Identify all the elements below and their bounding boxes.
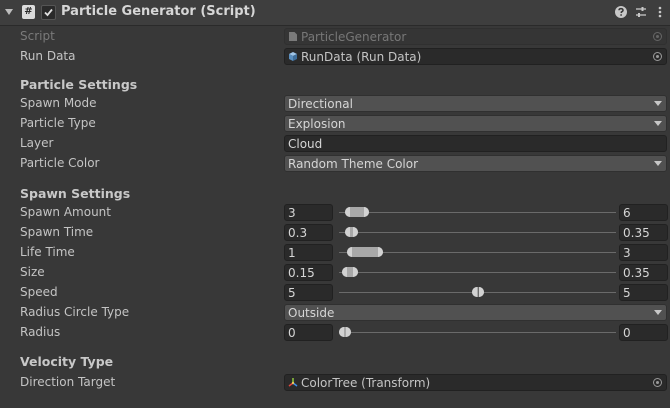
spawn-settings-header: Spawn Settings — [20, 186, 131, 201]
radius-circle-type-dropdown[interactable]: Outside — [284, 304, 667, 321]
radius-max-value: 0 — [623, 326, 631, 340]
particle-settings-header: Particle Settings — [20, 77, 138, 92]
velocity-type-header: Velocity Type — [20, 354, 114, 369]
presets-icon[interactable] — [634, 5, 648, 19]
size-slider-thumb[interactable] — [341, 267, 359, 277]
radius-slider-thumb[interactable] — [339, 327, 352, 337]
component-enabled-checkbox[interactable] — [41, 5, 56, 20]
layer-label: Layer — [20, 136, 54, 150]
particle-color-value: Random Theme Color — [288, 157, 419, 171]
script-asset-icon — [289, 32, 297, 41]
particle-type-label: Particle Type — [20, 116, 96, 130]
size-slider-track[interactable] — [339, 272, 616, 273]
component-header[interactable]: # Particle Generator (Script) — [0, 0, 670, 26]
life-time-min-input[interactable]: 1 — [284, 244, 333, 261]
radius-min-value: 0 — [288, 326, 296, 340]
spawn-amount-max-value: 6 — [623, 206, 631, 220]
run-data-field[interactable]: RunData (Run Data) — [284, 48, 667, 65]
layer-input[interactable]: Cloud — [284, 135, 667, 152]
script-icon: # — [22, 5, 35, 19]
radius-max-input[interactable]: 0 — [619, 324, 668, 341]
chevron-down-icon — [654, 161, 662, 166]
spawn-amount-min-value: 3 — [288, 206, 296, 220]
life-time-max-input[interactable]: 3 — [619, 244, 668, 261]
size-max-value: 0.35 — [623, 266, 650, 280]
spawn-mode-dropdown[interactable]: Directional — [284, 95, 667, 112]
life-time-label: Life Time — [20, 245, 75, 259]
particle-color-label: Particle Color — [20, 156, 100, 170]
speed-label: Speed — [20, 285, 58, 299]
particle-type-dropdown[interactable]: Explosion — [284, 115, 667, 132]
spawn-amount-max-input[interactable]: 6 — [619, 204, 668, 221]
particle-type-value: Explosion — [288, 117, 346, 131]
scriptable-object-icon — [289, 52, 297, 61]
spawn-time-slider-track[interactable] — [339, 232, 616, 233]
spawn-mode-label: Spawn Mode — [20, 96, 97, 110]
object-picker-icon[interactable] — [653, 378, 662, 387]
object-picker-icon[interactable] — [653, 52, 662, 61]
size-max-input[interactable]: 0.35 — [619, 264, 668, 281]
speed-slider-thumb[interactable] — [471, 287, 484, 297]
chevron-down-icon — [654, 121, 662, 126]
speed-min-value: 5 — [288, 286, 296, 300]
size-min-input[interactable]: 0.15 — [284, 264, 333, 281]
direction-target-label: Direction Target — [20, 375, 116, 389]
spawn-time-max-input[interactable]: 0.35 — [619, 224, 668, 241]
spawn-amount-slider-thumb[interactable] — [344, 207, 370, 217]
life-time-slider-thumb[interactable] — [347, 247, 384, 257]
direction-target-field[interactable]: ColorTree (Transform) — [284, 374, 667, 391]
spawn-time-max-value: 0.35 — [623, 226, 650, 240]
size-label: Size — [20, 265, 45, 279]
help-icon[interactable] — [614, 5, 628, 19]
run-data-field-value: RunData (Run Data) — [301, 50, 422, 64]
speed-min-input[interactable]: 5 — [284, 284, 333, 301]
spawn-amount-min-input[interactable]: 3 — [284, 204, 333, 221]
object-picker-icon — [653, 32, 662, 41]
spawn-amount-label: Spawn Amount — [20, 205, 111, 219]
spawn-time-label: Spawn Time — [20, 225, 94, 239]
radius-circle-type-value: Outside — [288, 306, 335, 320]
script-field: ParticleGenerator — [284, 28, 667, 45]
life-time-max-value: 3 — [623, 246, 631, 260]
radius-circle-type-label: Radius Circle Type — [20, 305, 130, 319]
life-time-min-value: 1 — [288, 246, 296, 260]
spawn-time-min-input[interactable]: 0.3 — [284, 224, 333, 241]
radius-slider-track[interactable] — [339, 332, 616, 333]
particle-color-dropdown[interactable]: Random Theme Color — [284, 155, 667, 172]
script-label: Script — [20, 29, 55, 43]
direction-target-value: ColorTree (Transform) — [301, 376, 431, 390]
chevron-down-icon — [654, 310, 662, 315]
transform-icon — [288, 378, 298, 387]
script-field-value: ParticleGenerator — [301, 30, 407, 44]
chevron-down-icon — [654, 101, 662, 106]
speed-max-value: 5 — [623, 286, 631, 300]
spawn-amount-slider-track[interactable] — [339, 212, 616, 213]
size-min-value: 0.15 — [288, 266, 315, 280]
checkmark-icon — [44, 8, 53, 17]
speed-max-input[interactable]: 5 — [619, 284, 668, 301]
spawn-time-slider-thumb[interactable] — [344, 227, 359, 237]
layer-value: Cloud — [288, 137, 323, 151]
radius-label: Radius — [20, 325, 61, 339]
component-title: Particle Generator (Script) — [61, 4, 256, 19]
run-data-label: Run Data — [20, 49, 76, 63]
context-menu-icon[interactable] — [653, 5, 667, 19]
radius-min-input[interactable]: 0 — [284, 324, 333, 341]
spawn-time-min-value: 0.3 — [288, 226, 308, 240]
foldout-arrow-icon[interactable] — [5, 9, 13, 15]
spawn-mode-value: Directional — [288, 97, 353, 111]
